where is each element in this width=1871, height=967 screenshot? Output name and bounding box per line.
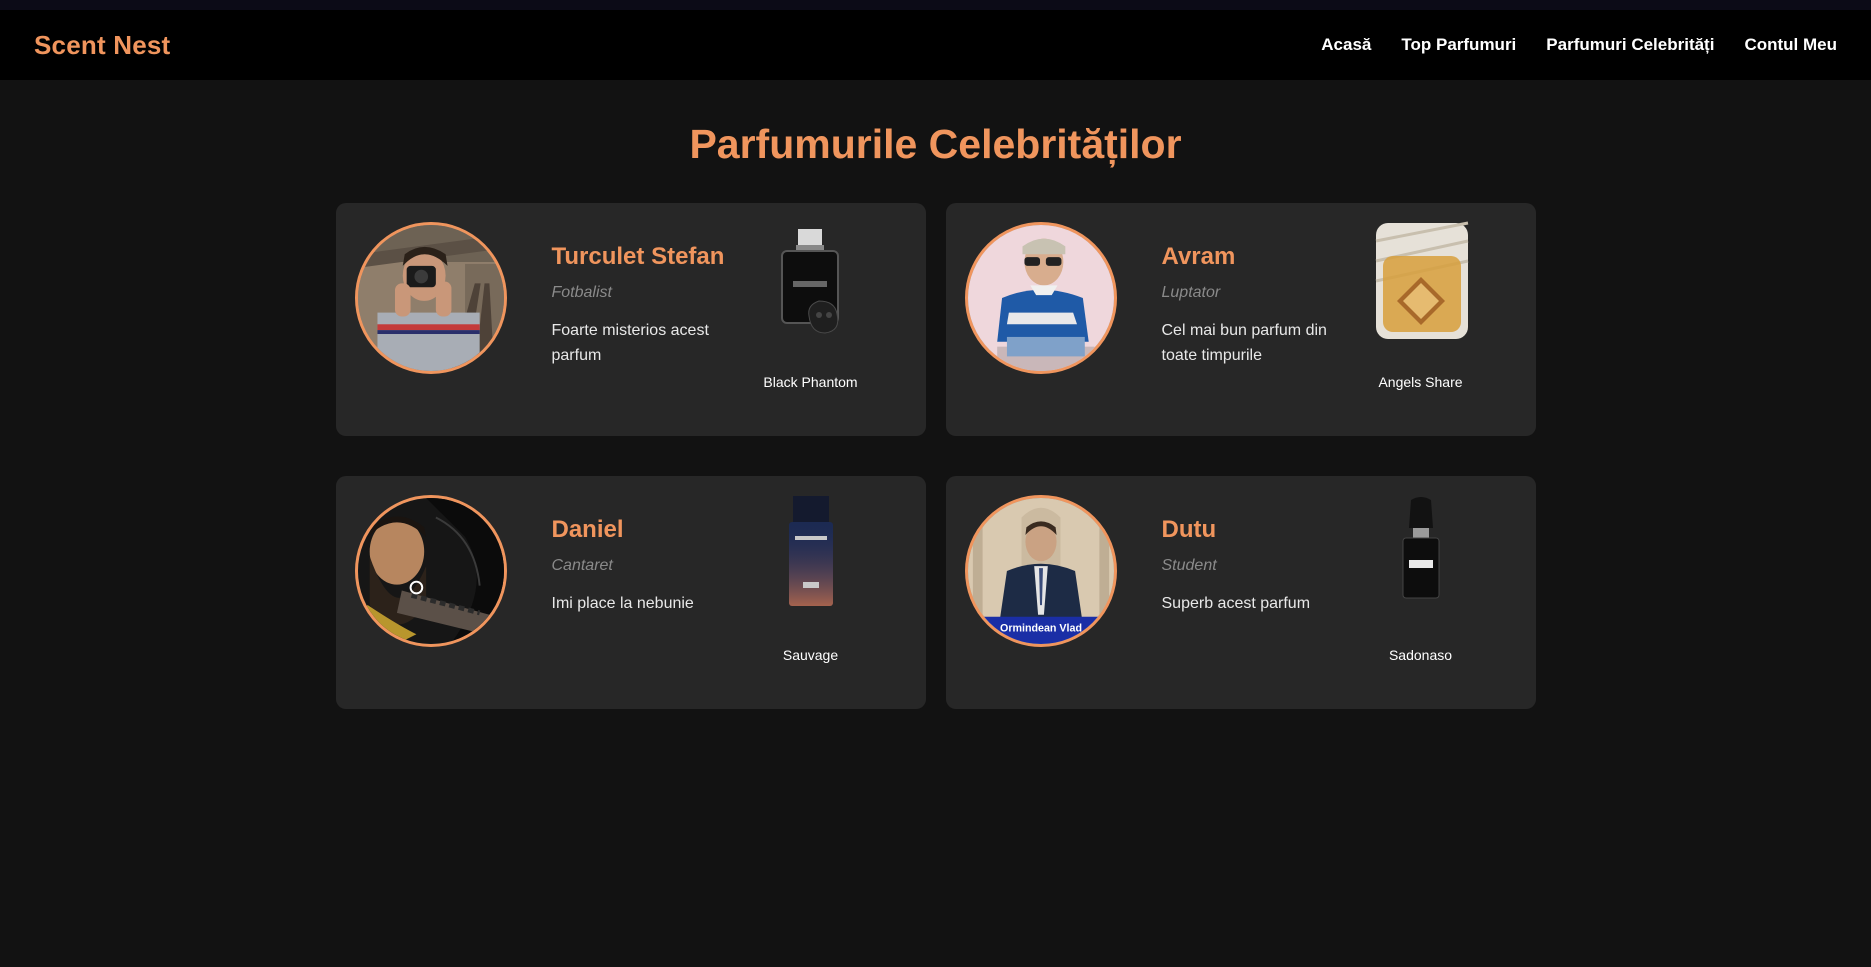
celebrity-card: Daniel Cantaret Imi place la nebunie Sau… [335, 476, 926, 709]
celebrity-quote: Superb acest parfum [1161, 595, 1311, 612]
celebrity-name: Avram [1161, 243, 1236, 270]
celebrity-info: Daniel Cantaret Imi place la nebunie [552, 518, 742, 616]
perfume-name: Black Phantom [763, 374, 858, 390]
bearded-man-in-car-photo [357, 498, 504, 644]
celebrity-info: Avram Luptator Cel mai bun parfum din to… [1162, 245, 1352, 368]
celebrity-quote: Foarte misterios acest parfum [551, 322, 709, 364]
perfume-bottle-image [780, 229, 839, 334]
celebrity-info: Dutu Student Superb acest parfum [1162, 518, 1352, 616]
perfume-name: Sadonaso [1388, 647, 1453, 663]
perfume: Sauvage [736, 494, 886, 663]
celebrity-role: Fotbalist [551, 284, 612, 301]
nav-link-contul-meu[interactable]: Contul Meu [1744, 35, 1837, 55]
perfume-bottle-image [1375, 221, 1468, 339]
nav-link-top-parfumuri[interactable]: Top Parfumuri [1401, 35, 1516, 55]
celebrity-avatar [354, 495, 507, 647]
celebrity-name: Dutu [1161, 516, 1217, 543]
celebrity-avatar [354, 222, 507, 374]
perfume: Black Phantom [736, 221, 886, 390]
celebrity-card: Turculet Stefan Fotbalist Foarte misteri… [335, 203, 926, 436]
celebrity-card: Ormindean Vlad Dutu Student Superb acest… [945, 476, 1536, 709]
perfume-name: Sauvage [782, 647, 839, 663]
man-in-suit-photo: Ormindean Vlad [967, 498, 1114, 644]
perfume: Angels Share [1346, 221, 1496, 390]
celebrity-avatar: Ormindean Vlad [964, 495, 1117, 647]
nav-link-acasa[interactable]: Acasă [1321, 35, 1371, 55]
celebrity-quote: Cel mai bun parfum din toate timpurile [1161, 322, 1327, 364]
photo-caption: Ormindean Vlad [1000, 622, 1082, 634]
top-strip [0, 0, 1871, 10]
celebrity-quote: Imi place la nebunie [551, 595, 694, 612]
celebrity-grid: Turculet Stefan Fotbalist Foarte misteri… [335, 203, 1536, 709]
celebrity-name: Daniel [551, 516, 624, 543]
photographer-photo [357, 225, 504, 371]
brand-logo[interactable]: Scent Nest [34, 30, 170, 61]
celebrity-card: Avram Luptator Cel mai bun parfum din to… [945, 203, 1536, 436]
celebrity-role: Student [1161, 557, 1217, 574]
perfume: Sadonaso [1346, 494, 1496, 663]
celebrity-avatar [964, 222, 1117, 374]
perfume-bottle-image [788, 496, 833, 606]
perfume-bottle-image [1402, 497, 1439, 599]
perfume-name: Angels Share [1378, 374, 1463, 390]
man-in-blue-jacket-photo [967, 225, 1114, 371]
navbar: Scent Nest Acasă Top Parfumuri Parfumuri… [0, 10, 1871, 80]
celebrity-role: Luptator [1161, 284, 1221, 301]
celebrity-role: Cantaret [551, 557, 613, 574]
nav-link-parfumuri-celebritati[interactable]: Parfumuri Celebrități [1546, 35, 1714, 55]
page-title: Parfumurile Celebrităților [689, 121, 1182, 167]
nav-links: Acasă Top Parfumuri Parfumuri Celebrităț… [1321, 35, 1837, 55]
celebrity-name: Turculet Stefan [551, 243, 725, 270]
celebrity-info: Turculet Stefan Fotbalist Foarte misteri… [552, 245, 742, 368]
